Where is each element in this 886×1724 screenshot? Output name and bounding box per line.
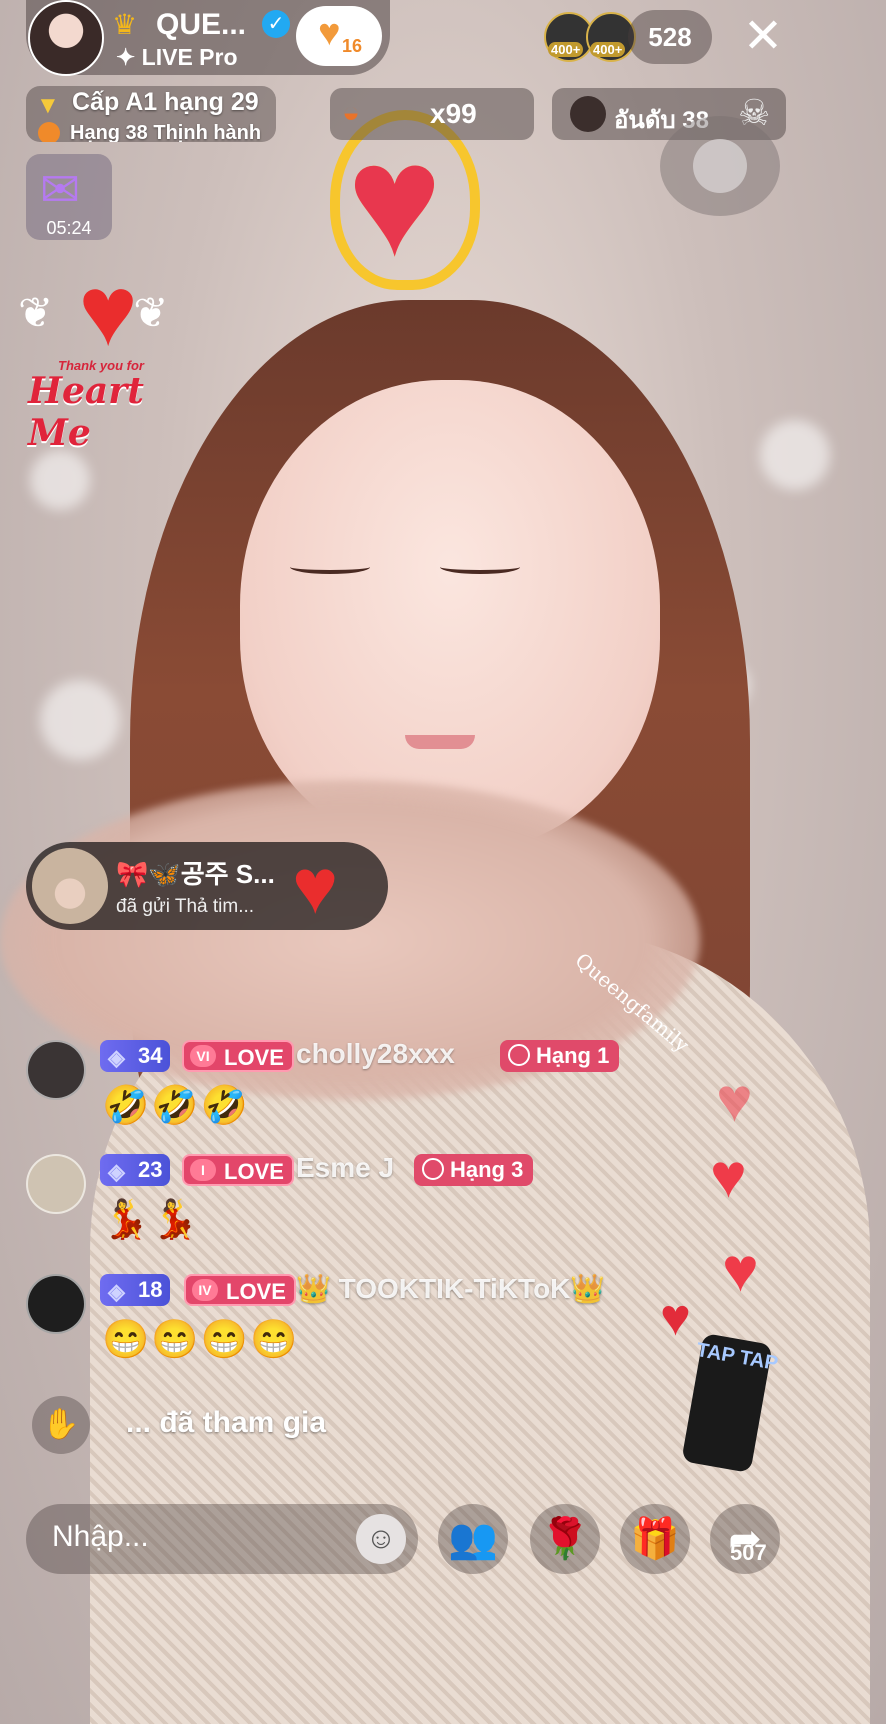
gift-action-text: đã gửi Thả tim... xyxy=(116,896,255,917)
bokeh-light xyxy=(760,420,830,490)
treasure-box-button[interactable]: ✉ 05:24 xyxy=(26,154,112,240)
rank-text: Hạng 1 xyxy=(536,1043,610,1068)
streamer-mouth xyxy=(405,735,475,749)
gem-icon: ◈ xyxy=(108,1279,125,1304)
tap-tap-sticker[interactable]: ♥ TAP TAP xyxy=(660,1288,780,1478)
chat-text: 🤣🤣🤣 xyxy=(102,1085,250,1127)
host-subtitle: ✦ LIVE Pro xyxy=(116,44,238,70)
chat-text: 💃💃 xyxy=(102,1199,201,1241)
comment-placeholder: Nhập... xyxy=(52,1520,149,1553)
trend-icon xyxy=(38,122,60,142)
gem-icon: ◈ xyxy=(108,1159,125,1184)
gift-sender-avatar[interactable] xyxy=(32,848,108,924)
follow-heart-button[interactable]: ♥ 16 xyxy=(296,6,382,66)
heart-gift-icon: ♥ xyxy=(292,842,339,930)
love-level: I xyxy=(190,1159,216,1181)
chat-avatar[interactable] xyxy=(26,1040,86,1100)
rose-gift-button[interactable]: 🌹 xyxy=(530,1504,600,1574)
love-label: LOVE xyxy=(224,1045,284,1070)
close-icon[interactable]: ✕ xyxy=(738,13,788,64)
streamer-eye xyxy=(440,560,520,574)
chat-text: 😁😁😁😁 xyxy=(102,1319,300,1361)
heart-me-badge[interactable]: ❦❦ ♥ Thank you for Heart Me xyxy=(18,255,198,454)
rose-icon: 🌹 xyxy=(540,1517,590,1561)
envelope-gift-icon: ✉ xyxy=(40,164,81,217)
host-name: QUE... xyxy=(156,8,247,41)
streamer-face xyxy=(240,380,660,850)
love-badge: IV LOVE xyxy=(184,1274,296,1306)
diamond-icon: ▼ xyxy=(36,92,60,119)
verified-icon: ✓ xyxy=(262,10,290,38)
viewer-badge: 400+ xyxy=(590,42,626,57)
level-badge: ◈ 18 xyxy=(100,1274,171,1306)
rank-icon xyxy=(422,1158,444,1180)
crown-icon: ♛ xyxy=(112,9,138,40)
viewer-count[interactable]: 528 xyxy=(628,10,712,64)
floating-heart-icon: ♥ xyxy=(710,1142,747,1211)
floating-heart-icon: ♥ xyxy=(716,1066,753,1135)
level-badge: ◈ 23 xyxy=(100,1154,171,1186)
hat-gift-pill[interactable]: ◒ x99 xyxy=(330,88,534,140)
rank-text: Hạng 3 xyxy=(450,1157,524,1182)
chat-message[interactable]: ◈ 23 I LOVE Esme J Hạng 3 💃💃 xyxy=(26,1152,726,1244)
heart-me-title: Heart Me xyxy=(28,370,144,454)
bokeh-light xyxy=(40,680,120,760)
streamer-eye xyxy=(290,560,370,574)
emoji-icon[interactable]: ☺ xyxy=(356,1514,406,1564)
join-text: ... đã tham gia xyxy=(126,1406,327,1439)
heart-icon: ♥ xyxy=(660,1289,691,1347)
love-level: IV xyxy=(192,1279,218,1301)
assistive-touch-inner xyxy=(693,139,747,193)
love-level: VI xyxy=(190,1045,216,1067)
level-number: 23 xyxy=(138,1157,163,1182)
love-badge: I LOVE xyxy=(182,1154,294,1186)
rank-avatar xyxy=(570,96,606,132)
chat-message[interactable]: ◈ 34 VI LOVE cholly28xxx Hạng 1 🤣🤣🤣 xyxy=(26,1038,726,1130)
share-count: 507 xyxy=(730,1540,767,1565)
heart-icon: ♥ xyxy=(78,255,138,367)
rank-icon xyxy=(508,1044,530,1066)
chat-avatar[interactable] xyxy=(26,1274,86,1334)
heart-icon: ♥ xyxy=(318,12,341,54)
heart-icon: ♥ xyxy=(347,110,442,289)
gift-notification[interactable]: 🎀🦋공주 S... đã gửi Thả tim... ♥ xyxy=(26,842,388,930)
chat-avatar[interactable] xyxy=(26,1154,86,1214)
gift-icon: 🎁 xyxy=(630,1517,680,1561)
gift-button[interactable]: 🎁 xyxy=(620,1504,690,1574)
chat-username[interactable]: 👑 TOOKTIK-TiKToK👑 xyxy=(296,1272,605,1305)
love-label: LOVE xyxy=(224,1159,284,1184)
treasure-box-timer: 05:24 xyxy=(46,218,92,238)
people-icon: 👥 xyxy=(448,1517,498,1561)
gift-sender-name: 🎀🦋공주 S... xyxy=(116,859,275,889)
chat-username[interactable]: Esme J xyxy=(296,1152,394,1184)
level-number: 18 xyxy=(138,1277,163,1302)
chat-username[interactable]: cholly28xxx xyxy=(296,1038,455,1070)
follow-count: 16 xyxy=(342,36,363,56)
bokeh-light xyxy=(30,450,90,510)
wave-hand-icon[interactable]: ✋ xyxy=(32,1396,90,1454)
rank-badge: Hạng 3 xyxy=(414,1154,534,1186)
assistive-touch-button[interactable] xyxy=(660,116,780,216)
gem-icon: ◈ xyxy=(108,1045,125,1070)
love-label: LOVE xyxy=(226,1279,286,1304)
ranking-level-text: Cấp A1 hạng 29 xyxy=(72,88,259,116)
level-number: 34 xyxy=(138,1043,163,1068)
hat-icon: ◒ xyxy=(342,96,361,129)
ranking-pill[interactable]: ▼ Cấp A1 hạng 29 Hạng 38 Thịnh hành xyxy=(26,86,276,142)
rank-badge: Hạng 1 xyxy=(500,1040,620,1072)
live-stream-screen: ♥ ♛ QUE... ✓ ✦ LIVE Pro ♥ 16 400+ 400+ 5… xyxy=(0,0,886,1724)
multi-guest-button[interactable]: 👥 xyxy=(438,1504,508,1574)
comment-input[interactable]: Nhập... ☺ xyxy=(26,1504,418,1574)
viewer-badge: 400+ xyxy=(548,42,584,57)
host-avatar[interactable] xyxy=(28,0,104,76)
level-badge: ◈ 34 xyxy=(100,1040,171,1072)
join-notice: ✋ ... đã tham gia xyxy=(26,1394,426,1454)
chat-message[interactable]: ◈ 18 IV LOVE 👑 TOOKTIK-TiKToK👑 😁😁😁😁 xyxy=(26,1272,726,1370)
hat-gift-count: x99 xyxy=(430,98,477,129)
love-badge: VI LOVE xyxy=(182,1040,294,1072)
ranking-trend-text: Hạng 38 Thịnh hành xyxy=(70,122,262,142)
